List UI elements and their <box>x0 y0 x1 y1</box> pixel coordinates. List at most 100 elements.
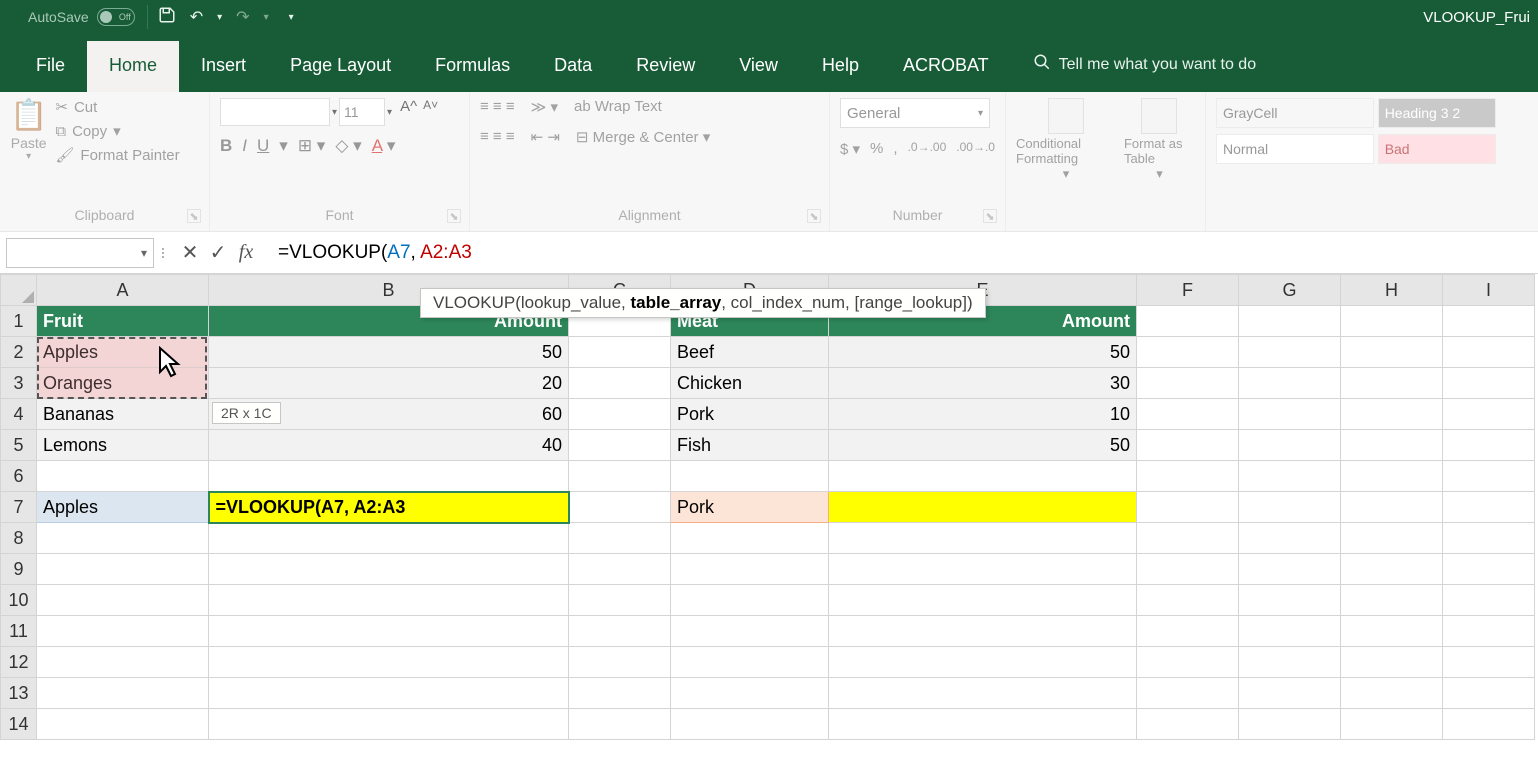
cell-G1[interactable] <box>1239 306 1341 337</box>
redo-icon[interactable]: ↷ <box>236 7 249 27</box>
number-dialog-launcher[interactable]: ⬊ <box>983 209 997 223</box>
tell-me-search[interactable]: Tell me what you want to do <box>1011 39 1278 92</box>
cell-E10[interactable] <box>829 585 1137 616</box>
cell-F12[interactable] <box>1137 647 1239 678</box>
conditional-formatting-button[interactable]: Conditional Formatting ▾ <box>1016 98 1116 182</box>
cell-I4[interactable] <box>1443 399 1535 430</box>
cell-B14[interactable] <box>209 709 569 740</box>
col-header-I[interactable]: I <box>1443 275 1535 306</box>
cell-G7[interactable] <box>1239 492 1341 523</box>
cell-G5[interactable] <box>1239 430 1341 461</box>
cell-A12[interactable] <box>37 647 209 678</box>
row-header-12[interactable]: 12 <box>1 647 37 678</box>
cell-I12[interactable] <box>1443 647 1535 678</box>
italic-button[interactable]: I <box>242 136 247 156</box>
font-name-combo[interactable] <box>220 98 330 126</box>
cell-H10[interactable] <box>1341 585 1443 616</box>
cell-E13[interactable] <box>829 678 1137 709</box>
cell-style-graycell[interactable]: GrayCell <box>1216 98 1374 128</box>
bold-button[interactable]: B <box>220 136 232 156</box>
name-box[interactable]: ▾ <box>6 238 154 268</box>
cell-B2[interactable]: 50 <box>209 337 569 368</box>
qat-customize-icon[interactable]: ▾ <box>289 12 294 23</box>
number-format-combo[interactable]: General▾ <box>840 98 990 128</box>
spreadsheet-grid[interactable]: A B C D E F G H I 1 Fruit Amount Meat Am… <box>0 274 1535 740</box>
cell-H5[interactable] <box>1341 430 1443 461</box>
tab-review[interactable]: Review <box>614 41 717 92</box>
cell-G6[interactable] <box>1239 461 1341 492</box>
cell-A1[interactable]: Fruit <box>37 306 209 337</box>
cell-C14[interactable] <box>569 709 671 740</box>
cell-style-bad[interactable]: Bad <box>1378 134 1496 164</box>
formula-input[interactable]: =VLOOKUP(A7, A2:A3 <box>260 242 1538 264</box>
cell-C9[interactable] <box>569 554 671 585</box>
row-header-14[interactable]: 14 <box>1 709 37 740</box>
cell-G2[interactable] <box>1239 337 1341 368</box>
cell-F3[interactable] <box>1137 368 1239 399</box>
cell-E9[interactable] <box>829 554 1137 585</box>
underline-button[interactable]: U <box>257 136 269 156</box>
cell-H8[interactable] <box>1341 523 1443 554</box>
cell-G10[interactable] <box>1239 585 1341 616</box>
toggle-switch[interactable]: Off <box>97 8 135 26</box>
border-button[interactable]: ⊞ ▾ <box>298 136 326 156</box>
cell-B7[interactable]: =VLOOKUP(A7, A2:A3 <box>209 492 569 523</box>
cell-B11[interactable] <box>209 616 569 647</box>
cell-C2[interactable] <box>569 337 671 368</box>
cell-C8[interactable] <box>569 523 671 554</box>
cell-H3[interactable] <box>1341 368 1443 399</box>
cell-style-heading3[interactable]: Heading 3 2 <box>1378 98 1496 128</box>
row-header-3[interactable]: 3 <box>1 368 37 399</box>
cell-B10[interactable] <box>209 585 569 616</box>
cell-E6[interactable] <box>829 461 1137 492</box>
cell-B5[interactable]: 40 <box>209 430 569 461</box>
cut-button[interactable]: ✂Cut <box>55 98 179 116</box>
cell-G3[interactable] <box>1239 368 1341 399</box>
tab-view[interactable]: View <box>717 41 800 92</box>
cell-A11[interactable] <box>37 616 209 647</box>
format-as-table-button[interactable]: Format as Table ▾ <box>1124 98 1195 182</box>
cell-I2[interactable] <box>1443 337 1535 368</box>
cell-E8[interactable] <box>829 523 1137 554</box>
cell-F14[interactable] <box>1137 709 1239 740</box>
cell-E4[interactable]: 10 <box>829 399 1137 430</box>
save-icon[interactable] <box>158 6 176 29</box>
cell-D8[interactable] <box>671 523 829 554</box>
copy-button[interactable]: ⧉Copy ▾ <box>55 122 179 140</box>
col-header-A[interactable]: A <box>37 275 209 306</box>
cell-A9[interactable] <box>37 554 209 585</box>
paste-button[interactable]: 📋 Paste ▾ <box>10 98 47 164</box>
cell-B3[interactable]: 20 <box>209 368 569 399</box>
font-size-combo[interactable] <box>339 98 385 126</box>
cell-D10[interactable] <box>671 585 829 616</box>
increase-decimal-button[interactable]: .0→.00 <box>908 140 947 158</box>
format-painter-button[interactable]: 🖌Format Painter <box>55 146 179 164</box>
cell-G4[interactable] <box>1239 399 1341 430</box>
cell-H13[interactable] <box>1341 678 1443 709</box>
cell-F6[interactable] <box>1137 461 1239 492</box>
cell-D14[interactable] <box>671 709 829 740</box>
cell-H7[interactable] <box>1341 492 1443 523</box>
cell-E2[interactable]: 50 <box>829 337 1137 368</box>
cell-I11[interactable] <box>1443 616 1535 647</box>
cell-B12[interactable] <box>209 647 569 678</box>
cell-I8[interactable] <box>1443 523 1535 554</box>
cell-B6[interactable] <box>209 461 569 492</box>
cell-I9[interactable] <box>1443 554 1535 585</box>
cell-C5[interactable] <box>569 430 671 461</box>
cell-I14[interactable] <box>1443 709 1535 740</box>
cell-F9[interactable] <box>1137 554 1239 585</box>
cell-C11[interactable] <box>569 616 671 647</box>
cell-F10[interactable] <box>1137 585 1239 616</box>
tab-formulas[interactable]: Formulas <box>413 41 532 92</box>
cell-H1[interactable] <box>1341 306 1443 337</box>
cell-B13[interactable] <box>209 678 569 709</box>
cell-C3[interactable] <box>569 368 671 399</box>
cell-A8[interactable] <box>37 523 209 554</box>
cell-F8[interactable] <box>1137 523 1239 554</box>
cell-D2[interactable]: Beef <box>671 337 829 368</box>
cell-B8[interactable] <box>209 523 569 554</box>
alignment-dialog-launcher[interactable]: ⬊ <box>807 209 821 223</box>
cell-H4[interactable] <box>1341 399 1443 430</box>
cell-I5[interactable] <box>1443 430 1535 461</box>
